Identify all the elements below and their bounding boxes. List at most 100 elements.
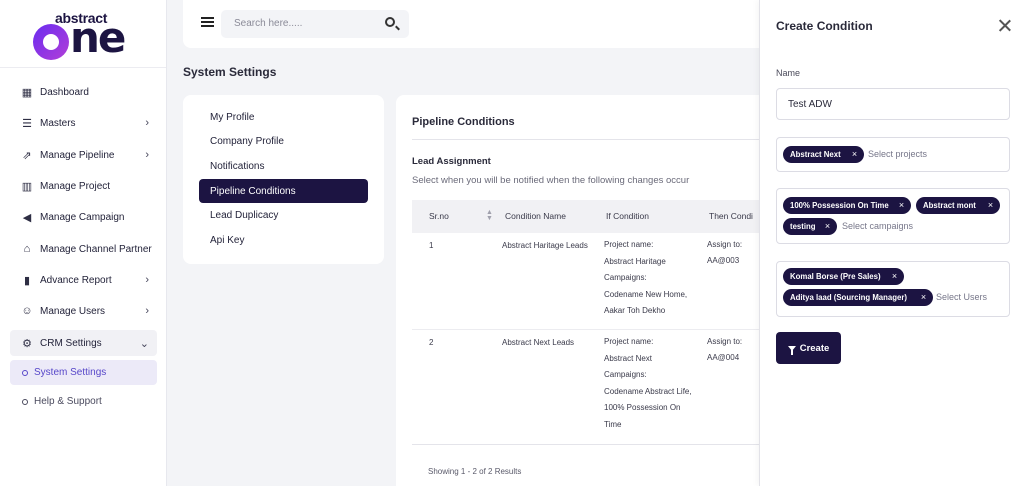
chevron-right-icon: › <box>145 117 149 129</box>
sidebar-item-advance-report[interactable]: ▮ Advance Report › <box>10 267 157 293</box>
chip-label: Abstract mont <box>923 201 976 210</box>
settings-item-pipeline-conditions[interactable]: Pipeline Conditions <box>199 179 368 203</box>
row-divider <box>412 329 776 330</box>
campaign-chip: testing × <box>783 218 837 235</box>
column-header-srno[interactable]: Sr.no <box>429 211 449 221</box>
table-bottom-border <box>412 444 776 445</box>
sidebar-subitem-help-support[interactable]: Help & Support <box>10 389 157 414</box>
sidebar-subitem-system-settings[interactable]: System Settings <box>10 360 157 385</box>
remove-chip-icon[interactable]: × <box>890 271 899 281</box>
hamburger-menu-icon[interactable] <box>201 17 214 27</box>
sidebar-item-label: Manage Users <box>40 305 106 317</box>
gear-icon: ⚙ <box>22 337 32 350</box>
circle-icon <box>22 369 28 376</box>
sidebar-item-label: CRM Settings <box>40 337 102 349</box>
remove-chip-icon[interactable]: × <box>897 200 906 210</box>
campaigns-placeholder: Select campaigns <box>842 221 914 231</box>
chip-label: 100% Possession On Time <box>790 201 889 210</box>
sidebar-item-dashboard[interactable]: ▦ Dashboard <box>10 79 157 105</box>
name-field[interactable] <box>776 88 1010 120</box>
sidebar-item-manage-campaign[interactable]: ◀ Manage Campaign <box>10 204 157 230</box>
chevron-right-icon: › <box>145 149 149 161</box>
sidebar-item-label: Manage Campaign <box>40 211 125 223</box>
pipeline-icon: ⇗ <box>22 149 32 162</box>
campaign-chip: Abstract mont × <box>916 197 1000 214</box>
create-button[interactable]: Create <box>776 332 841 364</box>
column-header-if-condition[interactable]: If Condition <box>606 211 649 221</box>
users-multiselect[interactable]: Komal Borse (Pre Sales) × Aditya laad (S… <box>776 261 1010 317</box>
if-line: Time <box>604 419 622 429</box>
sidebar-item-manage-project[interactable]: ▥ Manage Project <box>10 173 157 199</box>
abstract-one-logo[interactable]: abstract ✦ ne <box>0 0 166 68</box>
drawer-title: Create Condition <box>776 19 873 33</box>
chip-label: Aditya laad (Sourcing Manager) <box>790 293 907 302</box>
search-icon[interactable] <box>385 17 395 27</box>
project-chip: Abstract Next × <box>783 146 864 163</box>
divider <box>412 139 776 140</box>
cell-condition-name: Abstract Next Leads <box>502 338 575 347</box>
column-header-then-condition[interactable]: Then Condi <box>709 211 753 221</box>
sidebar-item-label: Manage Project <box>40 180 111 192</box>
lead-assignment-description: Select when you will be notified when th… <box>412 175 690 186</box>
user-chip: Komal Borse (Pre Sales) × <box>783 268 904 285</box>
circle-icon <box>22 398 28 405</box>
chip-label: testing <box>790 222 816 231</box>
sidebar-item-masters[interactable]: ☰ Masters › <box>10 110 157 136</box>
remove-chip-icon[interactable]: × <box>823 221 832 231</box>
cell-then-condition: Assign to: AA@003 <box>707 237 742 269</box>
remove-chip-icon[interactable]: × <box>919 292 928 302</box>
chip-label: Komal Borse (Pre Sales) <box>790 272 881 281</box>
section-title: Pipeline Conditions <box>412 116 515 128</box>
create-condition-drawer: Create Condition Name Abstract Next × Se… <box>759 0 1024 486</box>
settings-item-lead-duplicacy[interactable]: Lead Duplicacy <box>199 203 368 227</box>
remove-chip-icon[interactable]: × <box>986 200 995 210</box>
if-line: 100% Possession On <box>604 403 681 412</box>
cell-srno: 2 <box>429 338 434 347</box>
remove-chip-icon[interactable]: × <box>850 149 859 159</box>
grid-icon: ▦ <box>21 86 33 99</box>
sidebar-subitem-label: System Settings <box>34 367 107 378</box>
chip-label: Abstract Next <box>790 150 841 159</box>
cell-condition-name: Abstract Haritage Leads <box>502 241 588 250</box>
settings-item-company-profile[interactable]: Company Profile <box>199 129 368 153</box>
then-line: AA@003 <box>707 256 740 265</box>
pipeline-conditions-card: Pipeline Conditions Lead Assignment Sele… <box>396 95 776 486</box>
pagination-summary: Showing 1 - 2 of 2 Results <box>428 467 522 476</box>
megaphone-icon: ◀ <box>22 211 32 224</box>
if-line: Campaigns: <box>604 370 647 379</box>
page-title: System Settings <box>183 65 277 79</box>
settings-menu: My Profile Company Profile Notifications… <box>183 95 384 264</box>
close-icon[interactable] <box>998 19 1012 33</box>
sidebar-item-crm-settings[interactable]: ⚙ CRM Settings ⌄ <box>10 330 157 356</box>
column-header-condition-name[interactable]: Condition Name <box>505 211 566 221</box>
sidebar-item-label: Manage Channel Partner <box>40 243 152 255</box>
settings-item-my-profile[interactable]: My Profile <box>199 105 368 129</box>
then-line: AA@004 <box>707 353 740 362</box>
top-header <box>183 0 783 48</box>
if-line: Codename Abstract Life, <box>604 386 692 396</box>
then-line: Assign to: <box>707 240 743 249</box>
settings-item-notifications[interactable]: Notifications <box>199 154 368 178</box>
table-header: Sr.no ▲ ▼ Condition Name If Condition The… <box>412 200 776 233</box>
search-box <box>221 10 409 38</box>
list-icon: ☰ <box>22 117 32 130</box>
projects-multiselect[interactable]: Abstract Next × Select projects <box>776 137 1010 172</box>
sidebar-item-manage-users[interactable]: ☺ Manage Users › <box>10 298 157 324</box>
star-icon: ✦ <box>44 35 55 49</box>
if-line: Project name: <box>604 240 654 249</box>
cell-then-condition: Assign to: AA@004 <box>707 334 742 366</box>
settings-item-api-key[interactable]: Api Key <box>199 228 368 252</box>
then-line: Assign to: <box>707 337 743 346</box>
filter-icon <box>787 345 796 355</box>
campaigns-multiselect[interactable]: 100% Possession On Time × Abstract mont … <box>776 188 1010 244</box>
building-icon: ▥ <box>21 180 33 193</box>
sidebar-item-manage-pipeline[interactable]: ⇗ Manage Pipeline › <box>10 142 157 168</box>
sort-icon[interactable]: ▲ ▼ <box>486 209 493 222</box>
if-line: Abstract Next <box>604 353 653 363</box>
sidebar-subitem-label: Help & Support <box>34 396 102 407</box>
sidebar-item-manage-channel-partner[interactable]: ⌂ Manage Channel Partner <box>10 236 157 262</box>
create-button-label: Create <box>799 342 830 354</box>
bar-chart-icon: ▮ <box>23 274 31 287</box>
search-input[interactable] <box>234 18 374 29</box>
cell-if-condition: Project name: Abstract Next Campaigns: C… <box>604 334 692 433</box>
